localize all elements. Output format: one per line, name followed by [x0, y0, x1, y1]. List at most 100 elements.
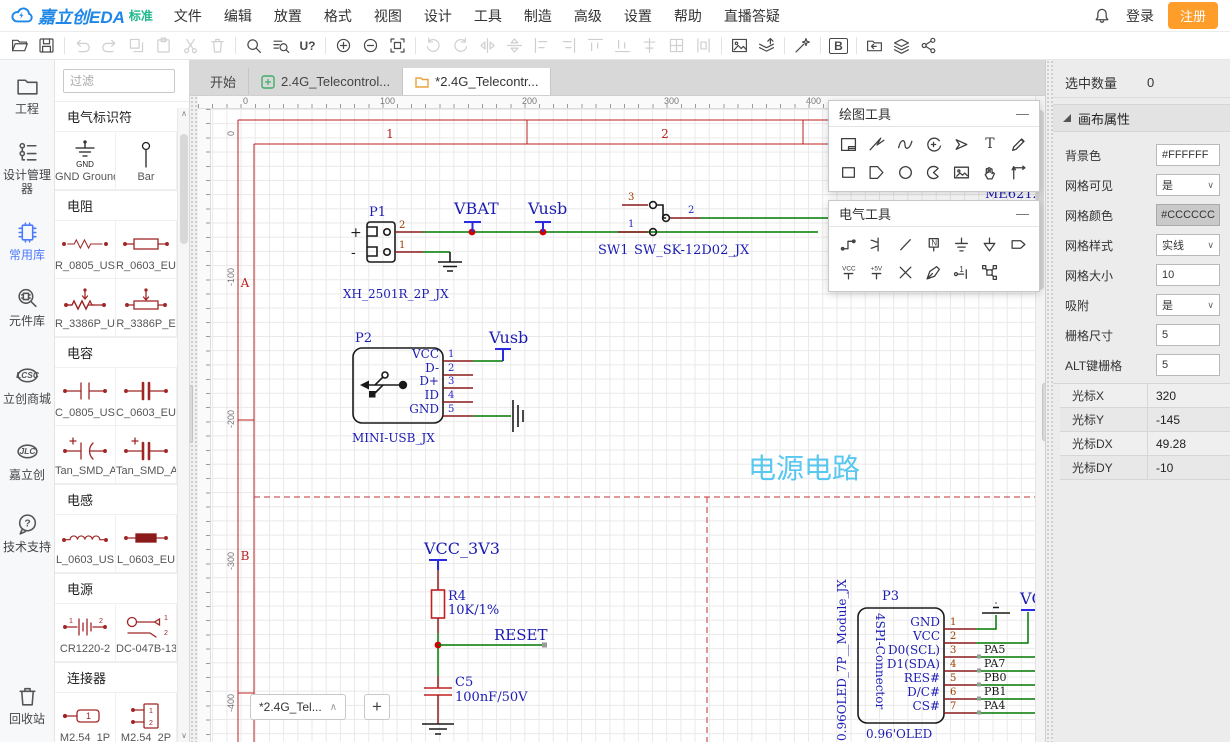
tool-bezier-curve[interactable]	[892, 131, 919, 157]
align-bottom-button[interactable]	[609, 34, 636, 58]
open-button[interactable]	[6, 34, 33, 58]
component-sw1-switch[interactable]: 3 1 2 SW1 SW_SK-12D02_JX	[598, 192, 829, 258]
sidebar-item-design-manager[interactable]: 设计管理器	[0, 140, 54, 196]
library-item-resistor-us[interactable]: R_0805_US	[55, 221, 116, 279]
scroll-up-arrow[interactable]: ∧	[178, 108, 190, 120]
snap-select[interactable]: 是∨	[1156, 294, 1220, 316]
register-button[interactable]: 注册	[1168, 2, 1218, 29]
delete-button[interactable]	[204, 34, 231, 58]
tool-pencil[interactable]	[1005, 131, 1032, 157]
tool-5v-flag[interactable]: +5V	[863, 259, 890, 285]
menu-format[interactable]: 格式	[313, 0, 363, 32]
tab-schematic-document-active[interactable]: *2.4G_Telecontr...	[403, 68, 551, 95]
zoom-fit-button[interactable]	[384, 34, 411, 58]
tab-start[interactable]: 开始	[198, 68, 249, 95]
library-item-cap-polar-eu[interactable]: Tan_SMD_A	[116, 426, 177, 484]
menu-live-qa[interactable]: 直播答疑	[713, 0, 791, 32]
sidebar-item-tech-support[interactable]: ? 技术支持	[0, 512, 54, 554]
bg-color-input[interactable]: #FFFFFF	[1156, 144, 1220, 166]
menu-fabrication[interactable]: 制造	[513, 0, 563, 32]
net-flag-vbat[interactable]: VBAT	[453, 199, 499, 232]
notification-bell-icon[interactable]	[1092, 6, 1112, 26]
sheet-chevron-icon[interactable]: ∧	[330, 702, 337, 713]
align-top-button[interactable]	[582, 34, 609, 58]
library-filter-input[interactable]	[63, 69, 175, 93]
menu-edit[interactable]: 编辑	[213, 0, 263, 32]
library-item-bar[interactable]: Bar	[116, 132, 177, 190]
library-item-inductor-eu[interactable]: L_0603_EU	[116, 515, 177, 573]
component-p3-oled[interactable]: 0.96OLED_7P__Module_JX P3 4SPI-Connector…	[835, 579, 976, 741]
tool-pie[interactable]	[920, 159, 947, 185]
tool-image[interactable]	[948, 159, 975, 185]
tool-ground[interactable]	[948, 231, 975, 257]
tool-polygon[interactable]	[863, 159, 890, 185]
find-similar-button[interactable]	[267, 34, 294, 58]
library-item-battery[interactable]: 12 CR1220-2	[55, 604, 116, 662]
menu-settings[interactable]: 设置	[613, 0, 663, 32]
tool-pin[interactable]: 1	[948, 259, 975, 285]
undo-button[interactable]	[69, 34, 96, 58]
tool-signal-ground[interactable]	[976, 231, 1003, 257]
snap-size-input[interactable]: 5	[1156, 324, 1220, 346]
tool-ellipse[interactable]	[892, 159, 919, 185]
scrollbar-thumb[interactable]	[180, 134, 188, 244]
search-button[interactable]	[240, 34, 267, 58]
canvas-properties-section[interactable]: 画布属性	[1053, 104, 1230, 132]
align-right-button[interactable]	[555, 34, 582, 58]
scroll-down-arrow[interactable]: ∨	[178, 730, 190, 742]
tool-sheet-frame[interactable]	[835, 131, 862, 157]
sidebar-item-jlc[interactable]: JLC 嘉立创	[0, 440, 54, 482]
tool-vcc-flag[interactable]: VCC	[835, 259, 862, 285]
grid-size-input[interactable]: 10	[1156, 264, 1220, 286]
grid-visible-select[interactable]: 是∨	[1156, 174, 1220, 196]
library-item-cap-polar-us[interactable]: Tan_SMD_A	[55, 426, 116, 484]
sidebar-item-lcsc-mall[interactable]: LCSC 立创商城	[0, 364, 54, 406]
tool-arrow[interactable]	[948, 131, 975, 157]
sidebar-item-component-library[interactable]: 元件库	[0, 286, 54, 328]
tool-drag-hand[interactable]	[976, 159, 1003, 185]
tab-pcb-document[interactable]: 2.4G_Telecontrol...	[249, 68, 403, 95]
library-item-gnd[interactable]: GND GND Ground	[55, 132, 116, 190]
add-sheet-button[interactable]: +	[364, 694, 390, 720]
menu-design[interactable]: 设计	[413, 0, 463, 32]
layers-button[interactable]	[888, 34, 915, 58]
tool-net-group[interactable]	[976, 259, 1003, 285]
tool-bus[interactable]	[863, 231, 890, 257]
tool-arc[interactable]	[920, 131, 947, 157]
flip-horizontal-button[interactable]	[474, 34, 501, 58]
tool-netlabel[interactable]: N	[920, 231, 947, 257]
p3-net-wires[interactable]: PA5 PA7 PB0 PB1 PA4 VC	[976, 589, 1038, 715]
share-button[interactable]	[915, 34, 942, 58]
paste-button[interactable]	[150, 34, 177, 58]
tool-probe-pen[interactable]	[920, 259, 947, 285]
tool-text[interactable]: T	[976, 131, 1003, 157]
menu-tools[interactable]: 工具	[463, 0, 513, 32]
net-flag-vusb[interactable]: Vusb	[527, 199, 567, 232]
component-p1-xh2501r[interactable]: P1 + - 2 1 XH_2501R_2P_JX	[343, 205, 449, 301]
library-item-dc-jack[interactable]: 12 DC-047B-13	[116, 604, 177, 662]
tool-wire[interactable]	[835, 231, 862, 257]
library-item-pot-us[interactable]: R_3386P_U	[55, 279, 116, 337]
menu-file[interactable]: 文件	[163, 0, 213, 32]
import-changes-button[interactable]	[753, 34, 780, 58]
bom-button[interactable]: B	[825, 34, 852, 58]
component-p2-mini-usb[interactable]: P2 VCC D- D+ ID GND 1 2 3 4 5 MIN	[352, 331, 473, 445]
tool-rectangle[interactable]	[835, 159, 862, 185]
align-center-horizontal-button[interactable]	[636, 34, 663, 58]
netlabel-query-button[interactable]: U?	[294, 34, 321, 58]
library-item-header-2p[interactable]: 12 M2.54_2P	[116, 693, 177, 742]
zoom-out-button[interactable]	[357, 34, 384, 58]
flip-vertical-button[interactable]	[501, 34, 528, 58]
save-button[interactable]	[33, 34, 60, 58]
menu-advanced[interactable]: 高级	[563, 0, 613, 32]
grid-array-button[interactable]	[663, 34, 690, 58]
tool-bus-entry[interactable]	[892, 231, 919, 257]
cut-button[interactable]	[177, 34, 204, 58]
chassis-ground-p2[interactable]	[473, 400, 523, 432]
schematic-drawing[interactable]: 1 2 A B 电源电路 ME6212C P1 + - 2 1 XH_2501R…	[198, 96, 1038, 742]
app-logo[interactable]: 嘉立创EDA 标准	[0, 3, 163, 29]
minimize-electrical-panel-button[interactable]: —	[1016, 209, 1029, 219]
gnd-symbol-p1[interactable]	[423, 252, 462, 271]
sidebar-item-common-library[interactable]: 常用库	[0, 220, 54, 262]
minimize-drawing-panel-button[interactable]: —	[1016, 109, 1029, 119]
